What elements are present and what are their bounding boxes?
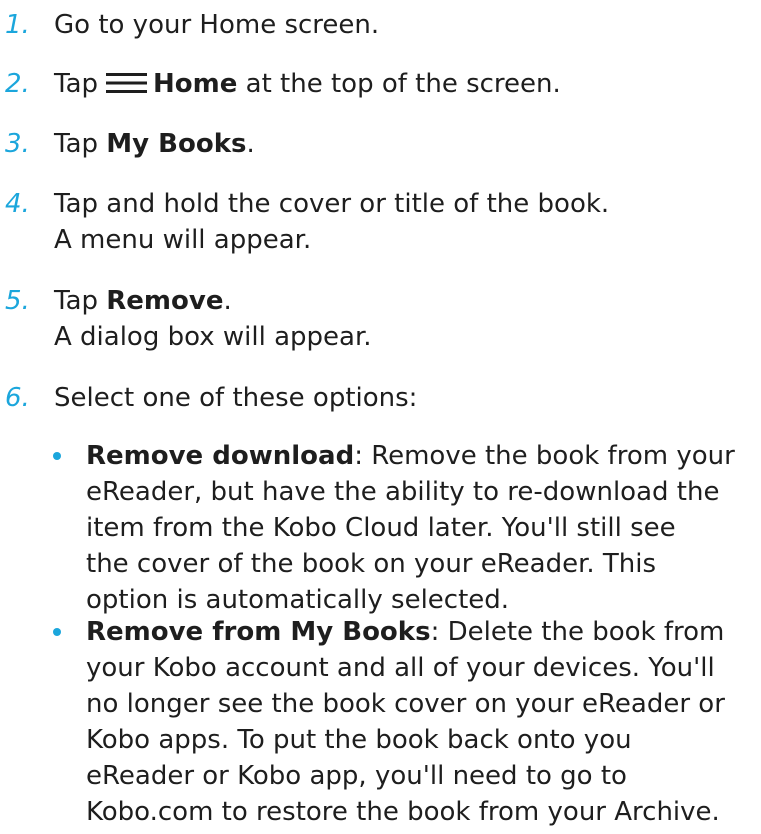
option-line: Remove from My Books: Delete the book fr… — [86, 614, 756, 650]
step-1-text: Go to your Home screen. — [54, 10, 380, 40]
my-books-label: My Books — [106, 129, 247, 159]
option-line: no longer see the book cover on your eRe… — [86, 689, 725, 719]
bullet-dot — [53, 452, 61, 460]
step-4-line-1: Tap and hold the cover or title of the b… — [54, 189, 610, 219]
step-text: Go to your Home screen. — [54, 7, 761, 43]
home-label: Home — [153, 69, 238, 99]
step-text: Tap My Books. — [54, 126, 761, 162]
step-3-suffix: . — [246, 129, 255, 159]
step-2-prefix: Tap — [54, 69, 99, 99]
option-line: eReader or Kobo app, you'll need to go t… — [86, 761, 627, 791]
bullet-dot — [53, 628, 61, 636]
step-2-line: Tap Home at the top of the screen. — [54, 66, 761, 102]
step-3-prefix: Tap — [54, 129, 99, 159]
option-line: the cover of the book on your eReader. T… — [86, 549, 657, 579]
option-line: Kobo apps. To put the book back onto you — [86, 725, 632, 755]
option-title: Remove download — [86, 441, 355, 471]
option-text: Remove download: Remove the book from yo… — [86, 438, 756, 618]
step-5-line-1: Tap Remove. — [54, 283, 761, 319]
step-5-suffix: . — [223, 286, 232, 316]
step-5-line-2: A dialog box will appear. — [54, 322, 372, 352]
step-number: 2. — [5, 69, 30, 99]
option-text: Remove from My Books: Delete the book fr… — [86, 614, 756, 830]
step-text: Tap Remove. A dialog box will appear. — [54, 283, 761, 355]
option-line: option is automatically selected. — [86, 585, 510, 615]
step-4-line-2: A menu will appear. — [54, 225, 312, 255]
option-desc-1: : Remove the book from your — [354, 441, 735, 471]
step-text: Tap and hold the cover or title of the b… — [54, 186, 761, 258]
step-5-prefix: Tap — [54, 286, 99, 316]
step-text: Tap Home at the top of the screen. — [54, 66, 761, 102]
step-3-line: Tap My Books. — [54, 126, 761, 162]
step-number: 6. — [5, 383, 30, 413]
step-number: 4. — [5, 189, 30, 219]
option-line: Remove download: Remove the book from yo… — [86, 438, 756, 474]
step-number: 5. — [5, 286, 30, 316]
option-line: your Kobo account and all of your device… — [86, 653, 715, 683]
option-title: Remove from My Books — [86, 617, 431, 647]
remove-label: Remove — [106, 286, 224, 316]
hamburger-menu-icon — [106, 73, 148, 93]
step-number: 1. — [5, 10, 30, 40]
option-desc-1: : Delete the book from — [430, 617, 725, 647]
step-number: 3. — [5, 129, 30, 159]
instructions-page: 1. Go to your Home screen. 2. Tap Home at… — [0, 0, 761, 834]
step-6-text: Select one of these options: — [54, 383, 418, 413]
step-2-suffix: at the top of the screen. — [245, 69, 561, 99]
option-line: item from the Kobo Cloud later. You'll s… — [86, 513, 676, 543]
option-line: Kobo.com to restore the book from your A… — [86, 797, 720, 827]
option-line: eReader, but have the ability to re-down… — [86, 477, 720, 507]
step-text: Select one of these options: — [54, 380, 761, 416]
